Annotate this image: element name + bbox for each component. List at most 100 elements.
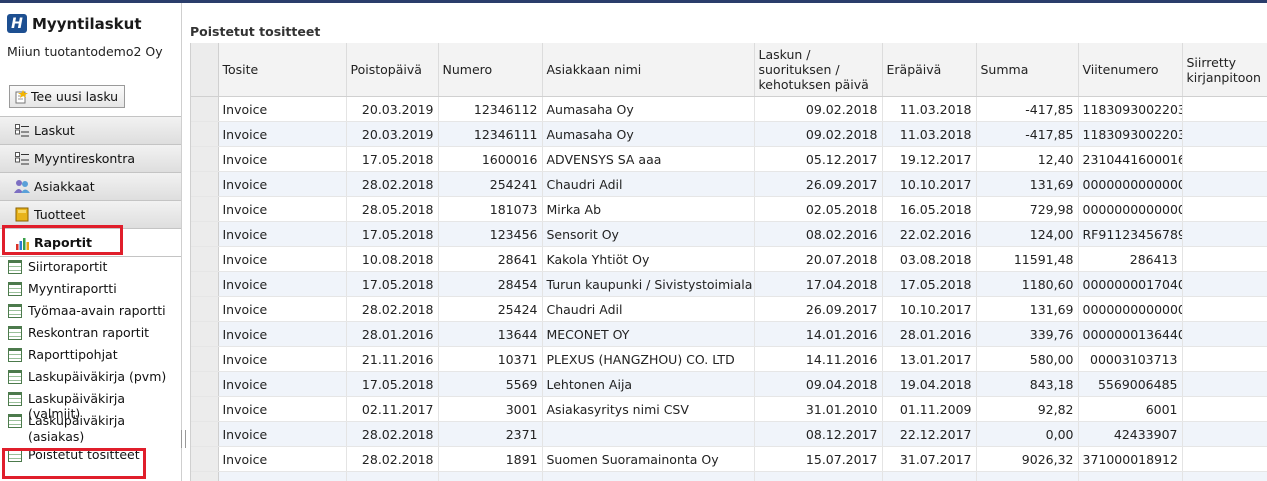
table-cell: 20.03.2019	[346, 121, 439, 147]
table-header-row: Tosite Poistopäivä Numero Asiakkaan nimi…	[191, 43, 1267, 97]
row-selector[interactable]	[191, 221, 219, 247]
table-row[interactable]: Invoice 28.02.2018 254241 Chaudri Adil 26.09…	[191, 171, 1267, 197]
column-header[interactable]: Numero	[438, 43, 543, 97]
table-row[interactable]: Invoice 10.08.2018 28641 Kakola Yhtiöt Oy 20…	[191, 246, 1267, 272]
table-row[interactable]: Invoice 21.11.2016 10371 PLEXUS (HANGZHOU) …	[191, 346, 1267, 372]
table-cell: 15.07.2017	[754, 446, 883, 472]
table-cell: Invoice	[218, 171, 347, 197]
new-invoice-button[interactable]: Tee uusi lasku	[9, 85, 126, 108]
table-cell: Suomen Suoramainonta Oy	[542, 446, 755, 472]
column-header[interactable]: Siirretty kirjanpitoon	[1182, 43, 1267, 97]
report-item[interactable]: Myyntiraportti	[0, 281, 181, 303]
report-item-poistetut[interactable]: Poistetut tositteet	[0, 445, 181, 469]
row-selector[interactable]	[191, 146, 219, 172]
spreadsheet-icon	[8, 326, 22, 340]
table-row[interactable]: Invoice 28.05.2018 181073 Mirka Ab 02.05.201…	[191, 196, 1267, 222]
nav-item-asiakkaat[interactable]: Asiakkaat	[0, 172, 181, 200]
report-item[interactable]: Siirtoraportit	[0, 259, 181, 281]
table-cell: Invoice	[218, 346, 347, 372]
table-cell	[1182, 471, 1267, 481]
page-title: Poistetut tositteet	[190, 24, 321, 39]
table-cell: Invoice	[218, 246, 347, 272]
row-selector[interactable]	[191, 421, 219, 447]
table-cell: 17.05.2018	[346, 221, 439, 247]
row-selector[interactable]	[191, 246, 219, 272]
spreadsheet-icon	[8, 414, 22, 428]
table-cell: 339,76	[976, 321, 1079, 347]
row-selector[interactable]	[191, 171, 219, 197]
report-label: Siirtoraportit	[28, 259, 108, 274]
table-cell: 00000000000000	[1078, 296, 1183, 322]
row-selector[interactable]	[191, 446, 219, 472]
table-cell: 0000000136440	[1078, 321, 1183, 347]
column-header[interactable]: Poistopäivä	[346, 43, 439, 97]
table-cell: 08.12.2017	[754, 421, 883, 447]
new-document-icon	[14, 89, 28, 104]
table-cell	[1182, 296, 1267, 322]
table-cell: PLEXUS (HANGZHOU) CO. LTD	[542, 346, 755, 372]
column-header[interactable]: Asiakkaan nimi	[542, 43, 755, 97]
row-selector-header[interactable]	[191, 43, 219, 97]
app-brand[interactable]: H Myyntilaskut	[7, 14, 142, 33]
table-cell	[542, 421, 755, 447]
table-row[interactable]: Invoice 28.02.2018 2371 08.12.2017 22.12.201…	[191, 421, 1267, 447]
column-header[interactable]: Viitenumero	[1078, 43, 1183, 97]
report-item[interactable]: Laskupäiväkirja (asiakas)	[0, 413, 181, 445]
row-selector[interactable]	[191, 396, 219, 422]
table-cell: 10.08.2018	[346, 246, 439, 272]
row-selector[interactable]	[191, 371, 219, 397]
table-row[interactable]: Invoice 17.05.2018 28454 Turun kaupunki / S…	[191, 271, 1267, 297]
report-item[interactable]: Laskupäiväkirja (valmiit)	[0, 391, 181, 421]
column-header[interactable]: Summa	[976, 43, 1079, 97]
table-cell: 28.05.2018	[346, 196, 439, 222]
column-header[interactable]: Eräpäivä	[882, 43, 977, 97]
nav-item-myyntireskontra[interactable]: Myyntireskontra	[0, 144, 181, 172]
row-selector[interactable]	[191, 121, 219, 147]
sidebar: H Myyntilaskut Miiun tuotantodemo2 Oy Te…	[0, 3, 182, 481]
report-item[interactable]: Raporttipohjat	[0, 347, 181, 369]
sidebar-splitter-handle[interactable]	[181, 430, 186, 448]
list-icon	[14, 151, 30, 166]
table-row[interactable]: Invoice 17.05.2018 5569 Lehtonen Aija 09.04.…	[191, 371, 1267, 397]
table-cell: 10.10.2017	[882, 296, 977, 322]
column-header[interactable]: Laskun / suorituksen / kehotuksen päivä	[754, 43, 883, 97]
table-row[interactable]: Invoice 28.01.2016 13644 MECONET OY 14.01.20…	[191, 321, 1267, 347]
row-selector[interactable]	[191, 196, 219, 222]
table-row[interactable]: Invoice 28.02.2018 25424 Chaudri Adil 26.09.…	[191, 296, 1267, 322]
table-cell: 17.05.2018	[346, 146, 439, 172]
table-row[interactable]	[191, 471, 1267, 481]
table-row[interactable]: Invoice 20.03.2019 12346111 Aumasaha Oy 09.0…	[191, 121, 1267, 147]
table-row[interactable]: Invoice 28.02.2018 1891 Suomen Suoramainont…	[191, 446, 1267, 472]
report-item[interactable]: Reskontran raportit	[0, 325, 181, 347]
nav-item-tuotteet[interactable]: Tuotteet	[0, 200, 181, 228]
table-cell	[1182, 146, 1267, 172]
report-item[interactable]: Laskupäiväkirja (pvm)	[0, 369, 181, 391]
table-row[interactable]: Invoice 17.05.2018 1600016 ADVENSYS SA aaa 0…	[191, 146, 1267, 172]
row-selector[interactable]	[191, 321, 219, 347]
row-selector[interactable]	[191, 346, 219, 372]
table-row[interactable]: Invoice 02.11.2017 3001 Asiakasyritys nimi …	[191, 396, 1267, 422]
row-selector[interactable]	[191, 296, 219, 322]
column-header[interactable]: Tosite	[218, 43, 347, 97]
top-accent-bar	[0, 0, 1267, 3]
table-cell: 02.11.2017	[346, 396, 439, 422]
table-cell: 28.02.2018	[346, 296, 439, 322]
table-cell: 1891	[438, 446, 543, 472]
nav-item-laskut[interactable]: Laskut	[0, 116, 181, 144]
report-item[interactable]: Työmaa-avain raportti	[0, 303, 181, 325]
table-cell	[1078, 471, 1183, 481]
table-cell: 28.02.2018	[346, 171, 439, 197]
row-selector[interactable]	[191, 96, 219, 122]
table-cell: 17.05.2018	[882, 271, 977, 297]
table-cell: 03.08.2018	[882, 246, 977, 272]
table-cell	[1182, 121, 1267, 147]
table-cell: 28.02.2018	[346, 421, 439, 447]
table-cell: 11591,48	[976, 246, 1079, 272]
table-row[interactable]: Invoice 20.03.2019 12346112 Aumasaha Oy 09.0…	[191, 96, 1267, 122]
table-cell: Lehtonen Aija	[542, 371, 755, 397]
row-selector[interactable]	[191, 271, 219, 297]
row-selector[interactable]	[191, 471, 219, 481]
nav-item-raportit[interactable]: Raportit	[0, 228, 181, 257]
table-row[interactable]: Invoice 17.05.2018 123456 Sensorit Oy 08.02.…	[191, 221, 1267, 247]
table-cell: 131,69	[976, 296, 1079, 322]
